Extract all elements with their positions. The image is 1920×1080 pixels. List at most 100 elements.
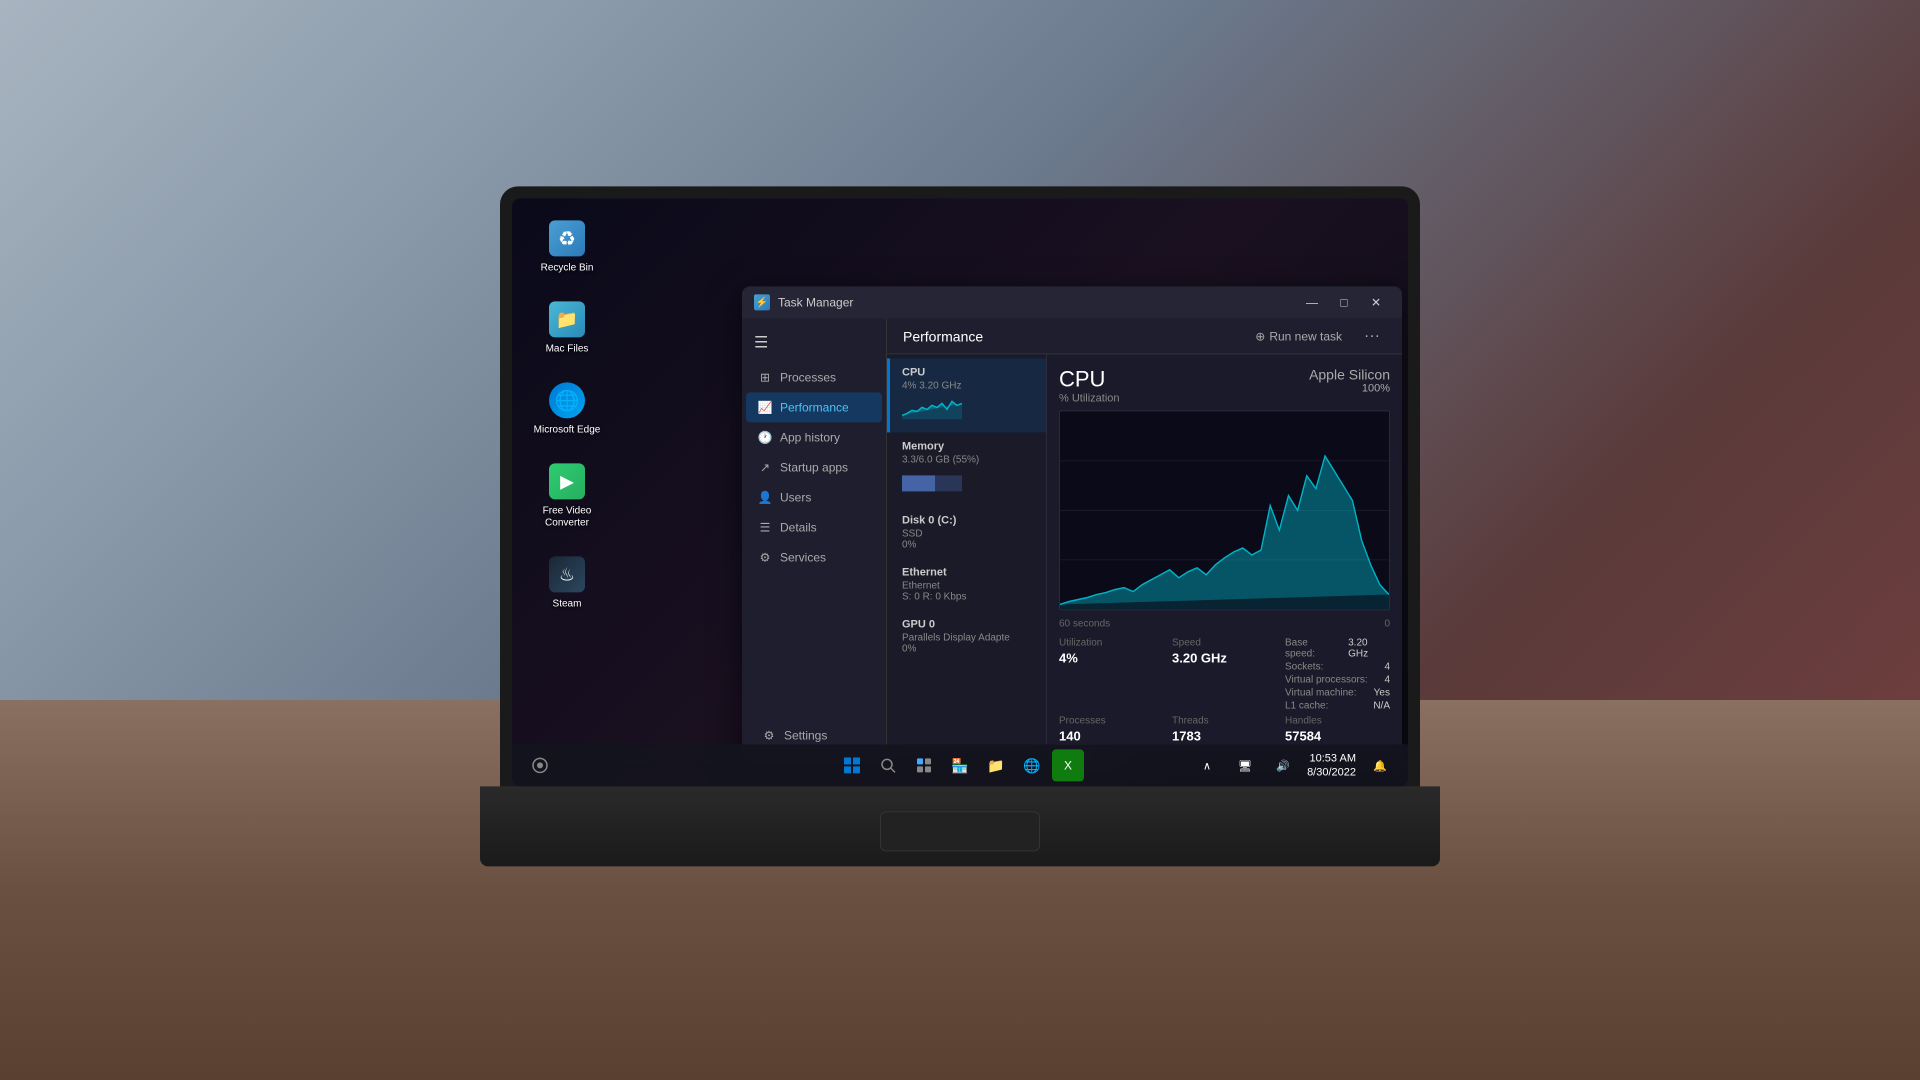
desktop-icon-mac-files[interactable]: 📁 Mac Files bbox=[532, 299, 602, 355]
stat-vp-row: Virtual processors: 4 bbox=[1285, 674, 1390, 685]
ethernet-device-speed: S: 0 R: 0 Kbps bbox=[902, 591, 1034, 602]
device-item-cpu[interactable]: CPU 4% 3.20 GHz bbox=[887, 358, 1046, 432]
nav-users[interactable]: 👤 Users bbox=[746, 482, 882, 512]
desktop-icons: ♻ Recycle Bin 📁 Mac Files 🌐 bbox=[532, 218, 602, 610]
cpu-chart-percent: 100% bbox=[1309, 382, 1390, 394]
edge-icon: 🌐 bbox=[547, 380, 587, 420]
desktop-icon-converter[interactable]: ▶ Free Video Converter bbox=[532, 461, 602, 529]
laptop-screen-bezel: ♻ Recycle Bin 📁 Mac Files 🌐 bbox=[500, 186, 1420, 796]
vm-key: Virtual machine: bbox=[1285, 687, 1357, 698]
steam-label: Steam bbox=[553, 598, 582, 610]
memory-device-name: Memory bbox=[902, 440, 1034, 452]
taskbar-cortana-icon[interactable] bbox=[524, 749, 556, 781]
header-actions: ⊕ Run new task ··· bbox=[1247, 323, 1386, 349]
speed-label: Speed bbox=[1172, 637, 1277, 648]
desktop-icon-edge[interactable]: 🌐 Microsoft Edge bbox=[532, 380, 602, 436]
taskbar-widgets-icon[interactable] bbox=[908, 749, 940, 781]
taskbar-notification-icon[interactable]: 🔔 bbox=[1364, 749, 1396, 781]
device-item-gpu[interactable]: GPU 0 Parallels Display Adapte 0% bbox=[887, 610, 1046, 662]
more-options-button[interactable]: ··· bbox=[1358, 323, 1386, 349]
gpu-device-sub: Parallels Display Adapte bbox=[902, 632, 1034, 643]
device-item-memory[interactable]: Memory 3.3/6.0 GB (55%) bbox=[887, 432, 1046, 506]
desktop-icon-steam[interactable]: ♨ Steam bbox=[532, 554, 602, 610]
process-thread-stats: Processes 140 Threads 1783 H bbox=[1059, 715, 1390, 743]
nav-details[interactable]: ☰ Details bbox=[746, 512, 882, 542]
nav-processes[interactable]: ⊞ Processes bbox=[746, 362, 882, 392]
windows-start-button[interactable] bbox=[836, 749, 868, 781]
taskbar-files-icon[interactable]: 📁 bbox=[980, 749, 1012, 781]
run-new-task-button[interactable]: ⊕ Run new task bbox=[1247, 325, 1350, 347]
stat-details-right: Base speed: 3.20 GHz Sockets: 4 bbox=[1285, 637, 1390, 711]
minimize-button[interactable]: — bbox=[1298, 292, 1326, 312]
disk-device-name: Disk 0 (C:) bbox=[902, 514, 1034, 526]
windows-logo-icon bbox=[844, 757, 860, 773]
cpu-performance-chart bbox=[1059, 410, 1390, 610]
hamburger-menu[interactable]: ☰ bbox=[742, 326, 886, 358]
task-manager-body: ☰ ⊞ Processes 📈 Performance 🕐 bbox=[742, 318, 1402, 766]
memory-device-sub: 3.3/6.0 GB (55%) bbox=[902, 454, 1034, 465]
edge-label: Microsoft Edge bbox=[534, 424, 601, 436]
stat-processes: Processes 140 bbox=[1059, 715, 1164, 743]
utilization-label: Utilization bbox=[1059, 637, 1164, 648]
processes-icon: ⊞ bbox=[758, 370, 772, 384]
taskbar-left bbox=[524, 749, 556, 781]
nav-app-history[interactable]: 🕐 App history bbox=[746, 422, 882, 452]
vm-val: Yes bbox=[1374, 687, 1390, 698]
taskbar-clock[interactable]: 10:53 AM 8/30/2022 bbox=[1307, 751, 1356, 780]
stat-handles: Handles 57584 bbox=[1285, 715, 1390, 743]
cpu-brand: Apple Silicon bbox=[1309, 366, 1390, 382]
device-list: CPU 4% 3.20 GHz Memory bbox=[887, 354, 1047, 766]
close-button[interactable]: ✕ bbox=[1362, 292, 1390, 312]
sockets-val: 4 bbox=[1384, 661, 1390, 672]
utilization-value: 4% bbox=[1059, 650, 1164, 665]
stat-threads: Threads 1783 bbox=[1172, 715, 1277, 743]
services-icon: ⚙ bbox=[758, 550, 772, 564]
laptop-screen: ♻ Recycle Bin 📁 Mac Files 🌐 bbox=[512, 198, 1408, 786]
performance-header: Performance ⊕ Run new task ··· bbox=[887, 318, 1402, 354]
taskbar-edge-icon[interactable]: 🌐 bbox=[1016, 749, 1048, 781]
device-item-ethernet[interactable]: Ethernet Ethernet S: 0 R: 0 Kbps bbox=[887, 558, 1046, 610]
mac-files-icon: 📁 bbox=[547, 299, 587, 339]
steam-icon: ♨ bbox=[547, 554, 587, 594]
chart-time-start: 60 seconds bbox=[1059, 618, 1110, 629]
settings-icon: ⚙ bbox=[762, 728, 776, 742]
tray-speaker-icon[interactable]: 🔊 bbox=[1267, 749, 1299, 781]
memory-mini-chart bbox=[902, 469, 962, 493]
laptop-trackpad bbox=[880, 811, 1040, 851]
chart-time-labels: 60 seconds 0 bbox=[1059, 618, 1390, 629]
taskbar-store-icon[interactable]: 🏪 bbox=[944, 749, 976, 781]
nav-startup-apps[interactable]: ↗ Startup apps bbox=[746, 452, 882, 482]
performance-title: Performance bbox=[903, 328, 983, 344]
threads-value: 1783 bbox=[1172, 728, 1277, 743]
taskbar-search-icon[interactable] bbox=[872, 749, 904, 781]
app-history-icon: 🕐 bbox=[758, 430, 772, 444]
nav-performance[interactable]: 📈 Performance bbox=[746, 392, 882, 422]
windows-desktop: ♻ Recycle Bin 📁 Mac Files 🌐 bbox=[512, 198, 1408, 786]
taskbar-date-value: 8/30/2022 bbox=[1307, 765, 1356, 779]
cpu-chart-area: CPU % Utilization Apple Silicon 100% bbox=[1047, 354, 1402, 766]
device-item-disk[interactable]: Disk 0 (C:) SSD 0% bbox=[887, 506, 1046, 558]
nav-services[interactable]: ⚙ Services bbox=[746, 542, 882, 572]
base-speed-val: 3.20 GHz bbox=[1348, 637, 1390, 659]
taskbar-center: 🏪 📁 🌐 X bbox=[836, 749, 1084, 781]
task-manager-title: Task Manager bbox=[778, 295, 1298, 309]
maximize-button[interactable]: □ bbox=[1330, 292, 1358, 312]
taskbar-right: ∧ 🖥 🔊 10:53 AM 8/30/2022 🔔 bbox=[1191, 749, 1396, 781]
threads-label: Threads bbox=[1172, 715, 1277, 726]
gpu-device-pct: 0% bbox=[902, 643, 1034, 654]
desktop-icon-recycle-bin[interactable]: ♻ Recycle Bin bbox=[532, 218, 602, 274]
tray-chevron-icon[interactable]: ∧ bbox=[1191, 749, 1223, 781]
speed-value: 3.20 GHz bbox=[1172, 650, 1277, 665]
processes-value: 140 bbox=[1059, 728, 1164, 743]
tray-network-icon[interactable]: 🖥 bbox=[1229, 749, 1261, 781]
taskbar-xbox-icon[interactable]: X bbox=[1052, 749, 1084, 781]
stat-l1-row: L1 cache: N/A bbox=[1285, 700, 1390, 711]
vp-key: Virtual processors: bbox=[1285, 674, 1368, 685]
cortana-icon-svg bbox=[531, 756, 549, 774]
stat-speed: Speed 3.20 GHz bbox=[1172, 637, 1277, 711]
sockets-key: Sockets: bbox=[1285, 661, 1323, 672]
taskbar: 🏪 📁 🌐 X ∧ 🖥 🔊 10:53 AM 8/30 bbox=[512, 744, 1408, 786]
cpu-chart-svg bbox=[1060, 411, 1389, 609]
task-manager-sidebar: ☰ ⊞ Processes 📈 Performance 🕐 bbox=[742, 318, 887, 766]
task-manager-main: Performance ⊕ Run new task ··· bbox=[887, 318, 1402, 766]
